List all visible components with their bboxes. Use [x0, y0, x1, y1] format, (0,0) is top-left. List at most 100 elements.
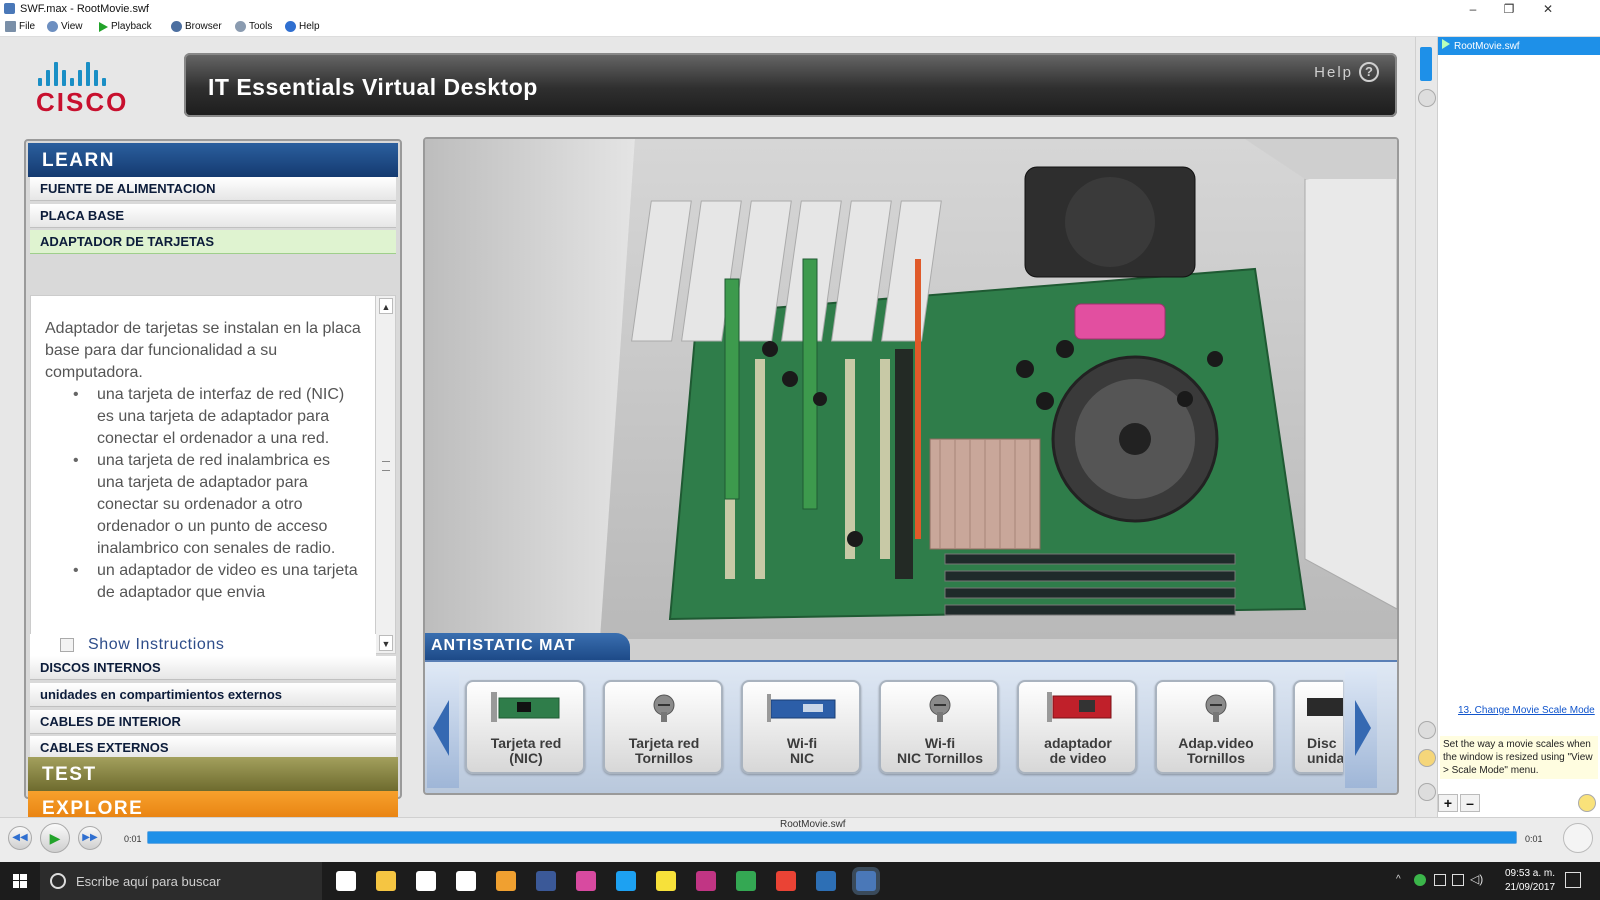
scroll-thumb-grip[interactable] — [382, 461, 390, 471]
wifi-card-icon — [767, 694, 836, 722]
learn-item-cables-interior[interactable]: CABLES DE INTERIOR — [30, 710, 396, 734]
swf-max-icon[interactable] — [856, 871, 876, 891]
twitter-icon[interactable] — [616, 871, 636, 891]
learn-heading[interactable]: LEARN — [28, 143, 398, 177]
terminal-icon[interactable] — [816, 871, 836, 891]
instagram-icon[interactable] — [696, 871, 716, 891]
cortana-icon — [50, 873, 66, 889]
learn-item-adaptador[interactable]: ADAPTADOR DE TARJETAS — [30, 230, 396, 254]
antistatic-mat: Tarjeta red (NIC) Tarjeta red Tornillos … — [425, 660, 1397, 793]
history-icon[interactable] — [1418, 89, 1436, 107]
folder-icon[interactable] — [1418, 749, 1436, 767]
tip-text: Set the way a movie scales when the wind… — [1440, 736, 1598, 779]
play-button[interactable]: ▶ — [40, 823, 70, 853]
clock-date: 21/09/2017 — [1504, 882, 1556, 893]
menu-tools-label: Tools — [249, 21, 273, 32]
playback-progress-bar[interactable] — [147, 831, 1517, 844]
facebook-icon[interactable] — [536, 871, 556, 891]
mat-tile-wifi-nic[interactable]: Wi-fi NIC — [741, 680, 861, 774]
learn-item-discos[interactable]: DISCOS INTERNOS — [30, 656, 396, 680]
case-left-wall — [425, 139, 635, 639]
cisco-logo-bars — [38, 60, 146, 86]
sticky-notes-icon[interactable] — [656, 871, 676, 891]
list-icon[interactable] — [1418, 783, 1436, 801]
view-icon — [47, 21, 58, 32]
test-heading[interactable]: TEST — [28, 757, 398, 791]
mat-tile-label: Wi-fi NIC — [786, 735, 818, 766]
screw-icon — [929, 694, 951, 722]
menu-help[interactable]: Help — [285, 21, 320, 32]
chrome-alt-icon[interactable] — [776, 871, 796, 891]
close-button[interactable]: ✕ — [1530, 0, 1566, 18]
mat-tile-video-screws[interactable]: Adap.video Tornillos — [1155, 680, 1275, 774]
learn-item-fuente[interactable]: FUENTE DE ALIMENTACION — [30, 177, 396, 201]
mat-tile-nic[interactable]: Tarjeta red (NIC) — [465, 680, 585, 774]
description-area: Adaptador de tarjetas se instalan en la … — [30, 295, 396, 654]
description-scrollbar[interactable]: ▲ ▼ — [375, 296, 395, 653]
restore-button[interactable]: ❐ — [1491, 0, 1527, 18]
mat-scroll-right-button[interactable] — [1345, 668, 1377, 788]
taskbar-search[interactable]: Escribe aquí para buscar — [40, 862, 322, 900]
lightbulb-icon[interactable] — [1578, 794, 1596, 812]
picasa-icon[interactable] — [576, 871, 596, 891]
taskbar: Escribe aquí para buscar ^ ◁) 09:53 a. m… — [0, 862, 1600, 900]
tip-link[interactable]: 13. Change Movie Scale Mode — [1458, 705, 1598, 717]
computer-interior-illustration[interactable] — [425, 139, 1397, 639]
learn-item-placa-base[interactable]: PLACA BASE — [30, 204, 396, 228]
mat-tile-nic-screws[interactable]: Tarjeta red Tornillos — [603, 680, 723, 774]
tray-expand-icon[interactable]: ^ — [1396, 874, 1401, 885]
taskbar-clock[interactable]: 09:53 a. m. 21/09/2017 — [1500, 867, 1560, 895]
minimize-button[interactable]: – — [1455, 0, 1491, 18]
task-view-icon[interactable] — [336, 871, 356, 891]
tray-app-icon[interactable] — [1414, 874, 1426, 886]
side-scrollbar[interactable] — [1420, 47, 1432, 81]
mat-tile-label: adaptador de video — [1044, 735, 1112, 766]
start-button[interactable] — [0, 862, 40, 900]
question-icon: ? — [1359, 62, 1379, 82]
network-icon[interactable] — [1452, 874, 1464, 886]
menu-tools[interactable]: Tools — [235, 21, 272, 32]
menu-browser[interactable]: Browser — [171, 21, 222, 32]
antistatic-mat-label: ANTISTATIC MAT — [425, 633, 630, 660]
zoom-out-button[interactable]: – — [1460, 794, 1480, 812]
zoom-in-button[interactable]: + — [1438, 794, 1458, 812]
menu-view[interactable]: View — [47, 21, 83, 32]
media-player-icon[interactable] — [496, 871, 516, 891]
scroll-down-arrow-icon[interactable]: ▼ — [379, 635, 393, 651]
mat-tile-disk-partial[interactable]: Disc unida — [1293, 680, 1343, 774]
clock-time: 09:53 a. m. — [1504, 868, 1556, 879]
description-bullet: una tarjeta de interfaz de red (NIC) es … — [73, 384, 361, 450]
menu-help-label: Help — [299, 21, 320, 32]
help-button[interactable]: Help ? — [1314, 62, 1379, 82]
screen-icon[interactable] — [1418, 721, 1436, 739]
mat-tile-video-adapter[interactable]: adaptador de video — [1017, 680, 1137, 774]
magnifier-icon[interactable] — [1563, 823, 1593, 853]
show-instructions-toggle[interactable]: Show Instructions — [30, 634, 376, 656]
show-instructions-checkbox[interactable] — [60, 638, 74, 652]
volume-icon[interactable]: ◁) — [1470, 872, 1483, 886]
title-bar: SWF.max - RootMovie.swf – ❐ ✕ — [0, 0, 1600, 18]
store-icon[interactable] — [416, 871, 436, 891]
mat-tile-label: Disc unida — [1307, 735, 1343, 766]
screw-icon — [653, 694, 675, 722]
show-instructions-label: Show Instructions — [88, 636, 225, 653]
mat-scroll-left-button[interactable] — [427, 668, 459, 788]
menu-playback-label: Playback — [111, 21, 152, 32]
scroll-up-arrow-icon[interactable]: ▲ — [379, 298, 393, 314]
video-card-icon — [1047, 692, 1112, 722]
notifications-icon[interactable] — [1565, 872, 1581, 888]
screw-icon — [1205, 694, 1227, 722]
menu-playback[interactable]: Playback — [99, 21, 152, 32]
learn-item-unidades[interactable]: unidades en compartimientos externos — [30, 683, 396, 707]
file-explorer-icon[interactable] — [376, 871, 396, 891]
forward-button[interactable]: ▶▶ — [78, 826, 102, 850]
mat-tile-label: Adap.video Tornillos — [1178, 735, 1254, 766]
mat-tile-wifi-screws[interactable]: Wi-fi NIC Tornillos — [879, 680, 999, 774]
rewind-button[interactable]: ◀◀ — [8, 826, 32, 850]
mail-icon[interactable] — [456, 871, 476, 891]
rootmovie-tab[interactable]: RootMovie.swf — [1438, 37, 1600, 55]
arrow-left-icon — [433, 700, 449, 756]
menu-file[interactable]: File — [5, 21, 35, 32]
chrome-icon[interactable] — [736, 871, 756, 891]
battery-icon[interactable] — [1434, 874, 1446, 886]
